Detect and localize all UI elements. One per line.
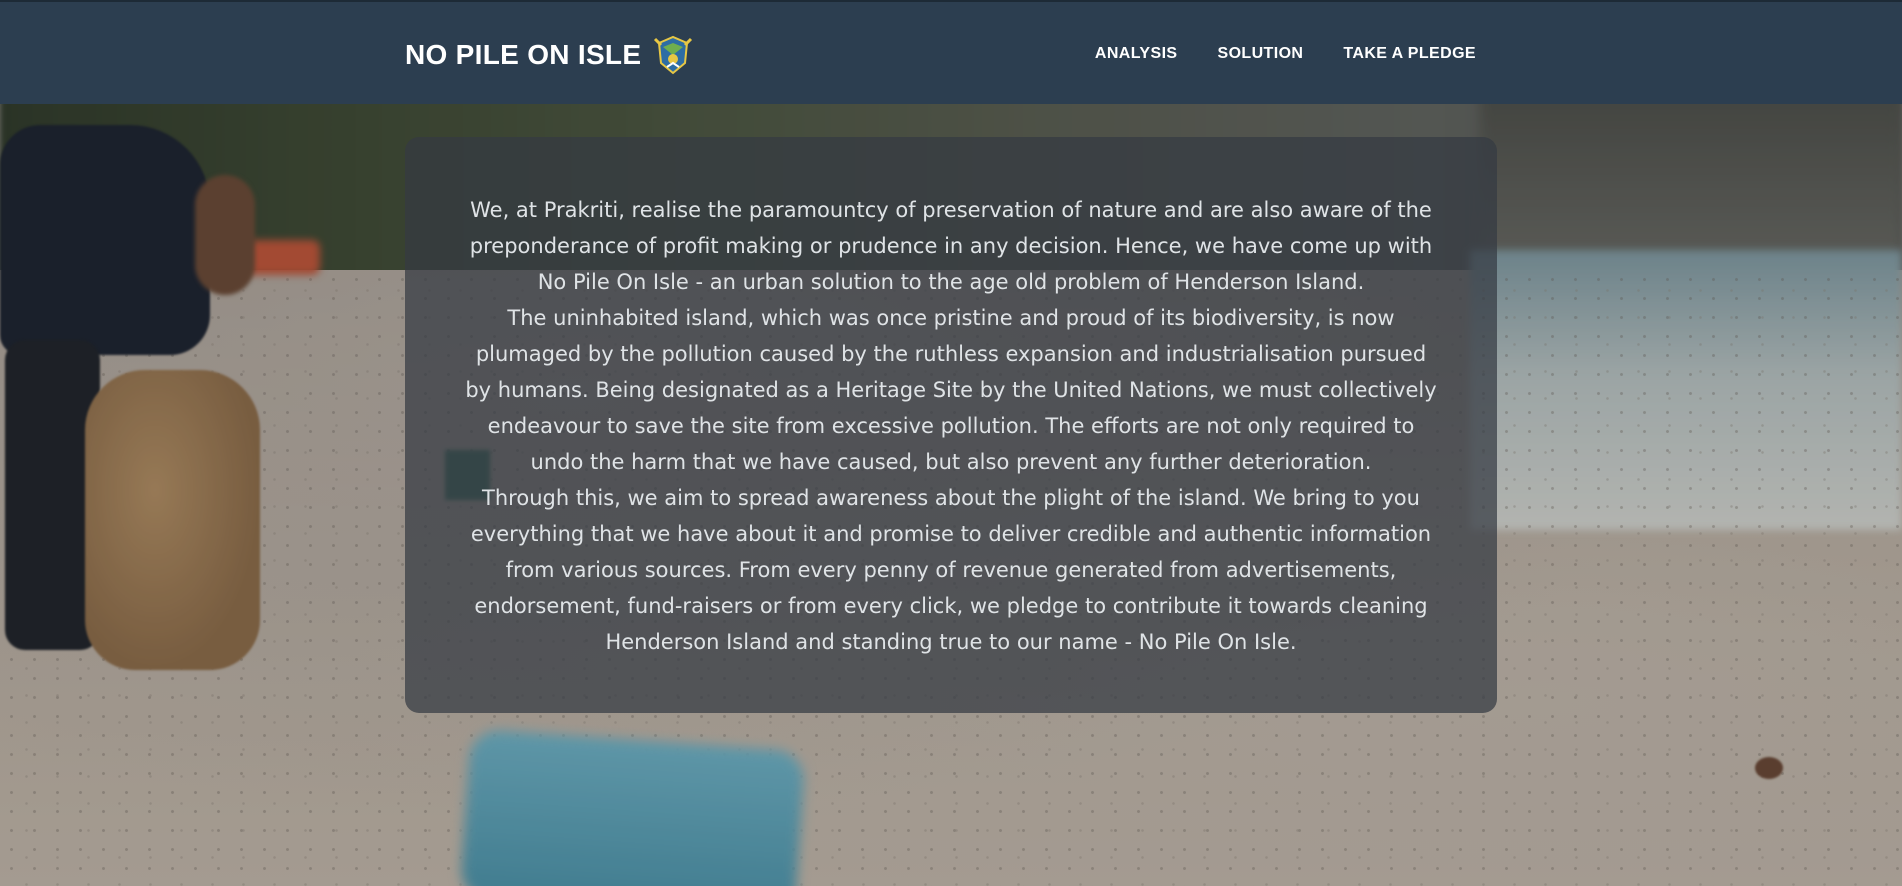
brand-title: NO PILE ON ISLE: [405, 39, 642, 70]
intro-text: We, at Prakriti, realise the paramountcy…: [460, 192, 1442, 660]
intro-paragraph-2: The uninhabited island, which was once p…: [465, 306, 1437, 474]
coat-of-arms-icon: [654, 35, 693, 75]
nav-item-take-a-pledge: TAKE A PLEDGE: [1343, 45, 1476, 63]
nav-item-solution: SOLUTION: [1218, 45, 1304, 63]
intro-paragraph-3: Through this, we aim to spread awareness…: [470, 486, 1432, 654]
intro-paragraph-1: We, at Prakriti, realise the paramountcy…: [469, 198, 1433, 294]
nav-link-analysis[interactable]: ANALYSIS: [1095, 45, 1178, 62]
nav-link-solution[interactable]: SOLUTION: [1218, 45, 1304, 62]
nav-item-analysis: ANALYSIS: [1095, 45, 1178, 63]
nav-link-take-a-pledge[interactable]: TAKE A PLEDGE: [1343, 45, 1476, 62]
brand-home-link[interactable]: NO PILE ON ISLE: [405, 32, 695, 78]
main-nav: ANALYSIS SOLUTION TAKE A PLEDGE: [1095, 2, 1476, 106]
top-navbar: NO PILE ON ISLE ANALYSIS SOLUTION TAKE A…: [0, 0, 1902, 104]
intro-panel: We, at Prakriti, realise the paramountcy…: [405, 137, 1497, 713]
